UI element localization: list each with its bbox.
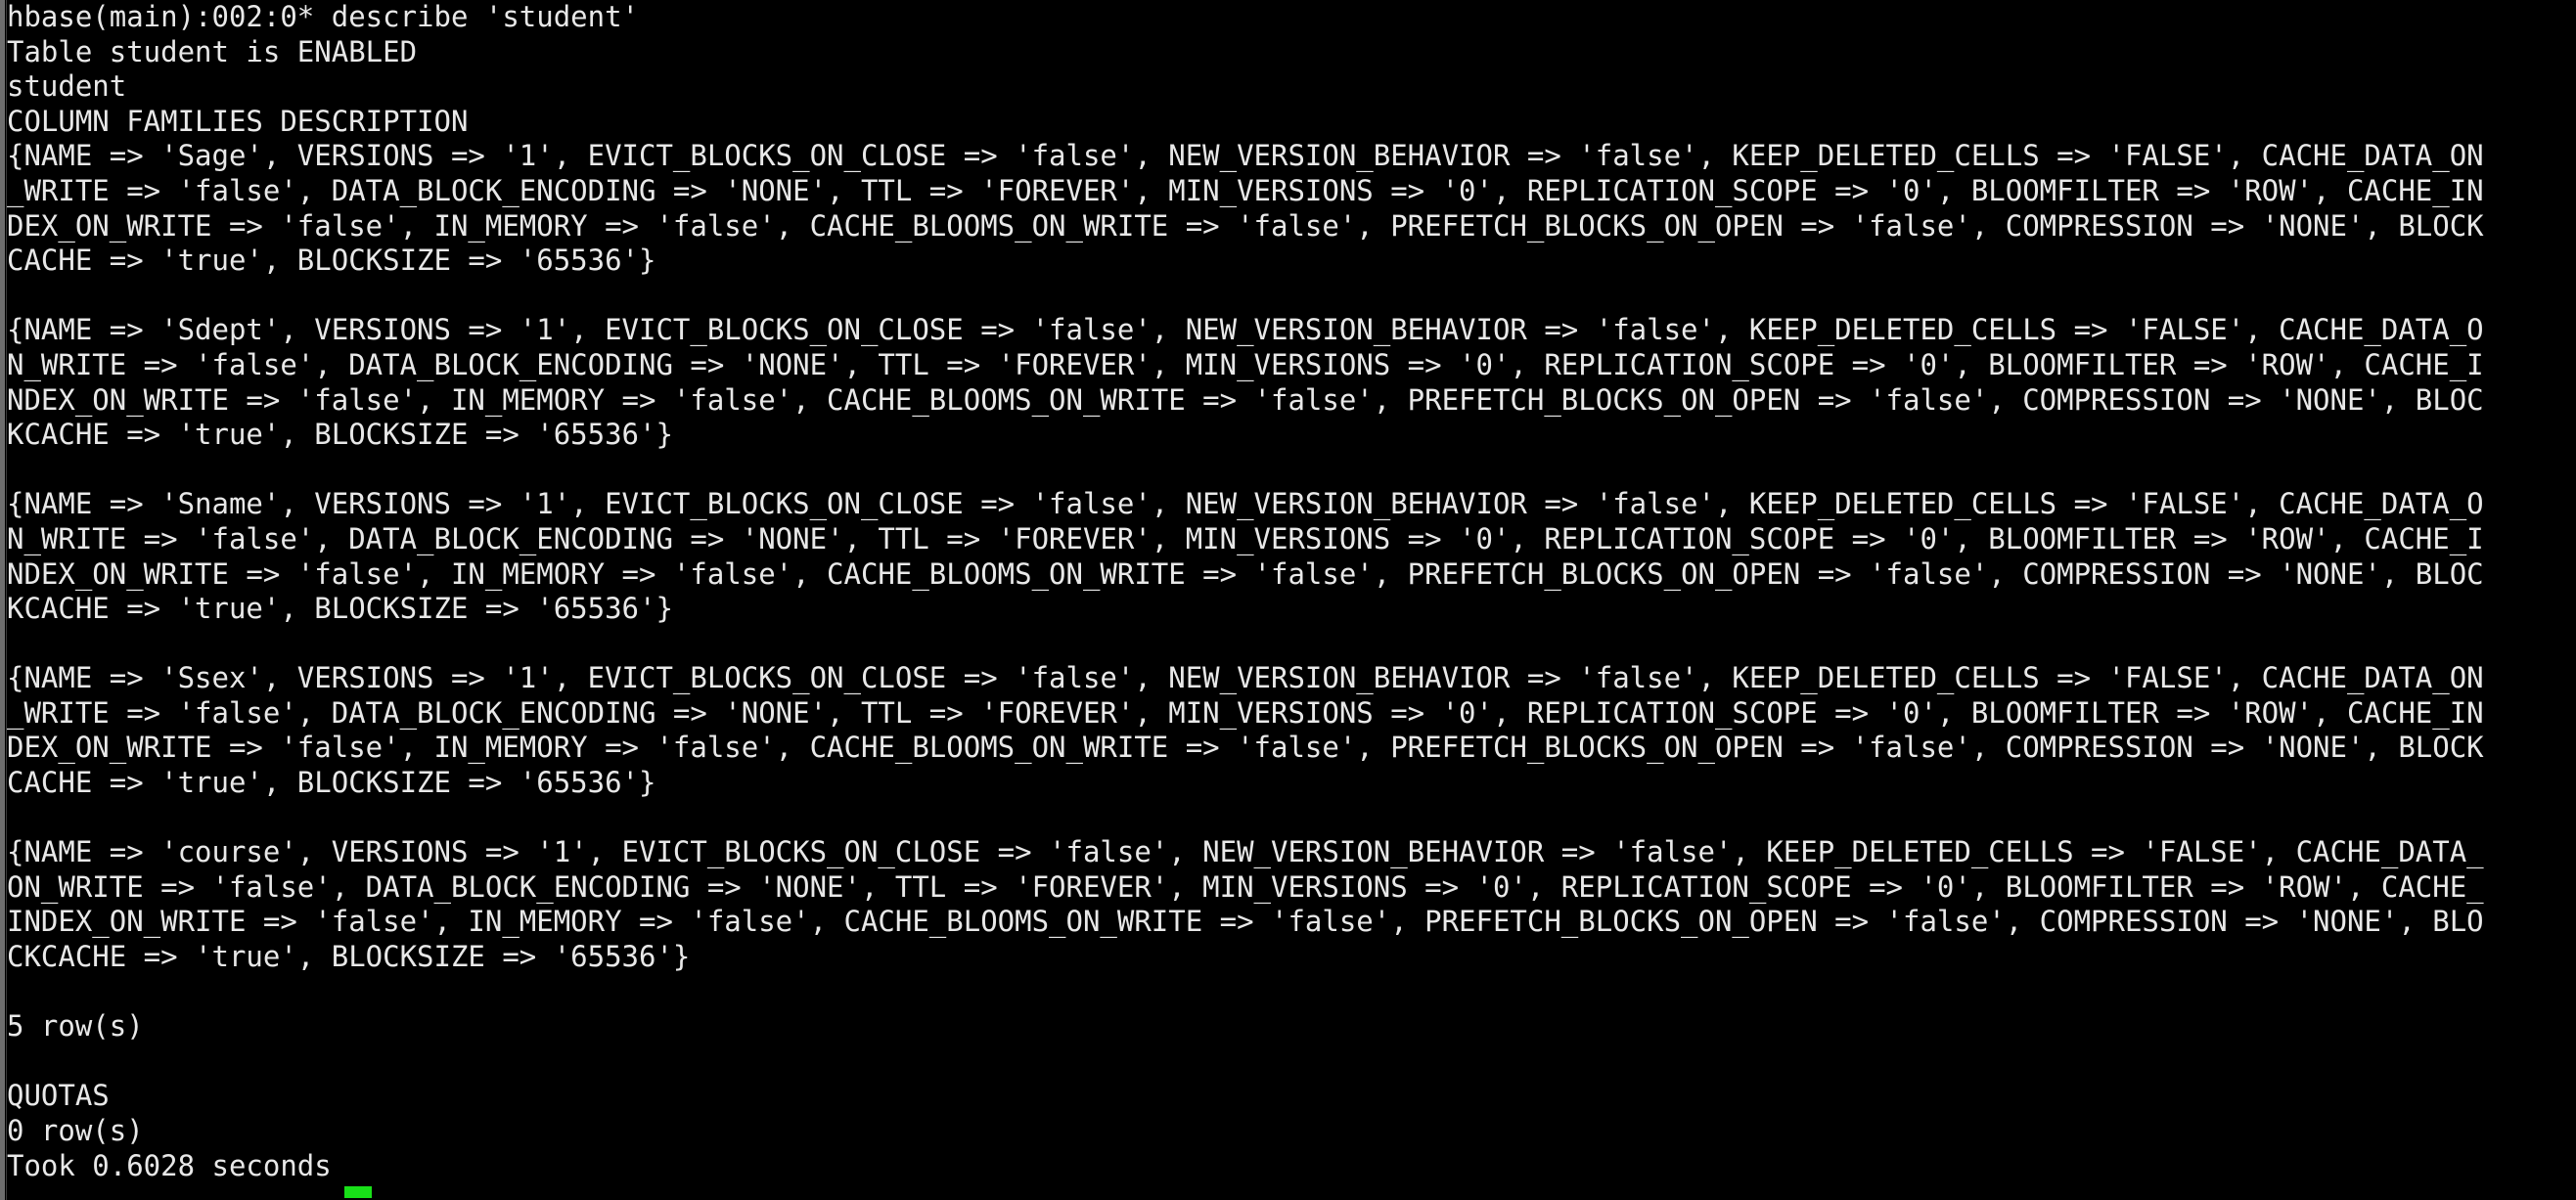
terminal-line: QUOTAS: [7, 1079, 110, 1113]
terminal-line: CACHE => 'true', BLOCKSIZE => '65536'}: [7, 244, 656, 278]
terminal-line: CKCACHE => 'true', BLOCKSIZE => '65536'}: [7, 940, 691, 974]
terminal-line: Table student is ENABLED: [7, 34, 418, 68]
terminal-line: NDEX_ON_WRITE => 'false', IN_MEMORY => '…: [7, 382, 2484, 417]
terminal-line: student: [7, 69, 127, 104]
terminal-line: 0 row(s): [7, 1114, 144, 1147]
terminal-line: NDEX_ON_WRITE => 'false', IN_MEMORY => '…: [7, 556, 2484, 591]
terminal-line: INDEX_ON_WRITE => 'false', IN_MEMORY => …: [7, 905, 2484, 939]
terminal-line: _WRITE => 'false', DATA_BLOCK_ENCODING =…: [7, 695, 2484, 730]
terminal-line: N_WRITE => 'false', DATA_BLOCK_ENCODING …: [7, 347, 2484, 381]
terminal-line: {NAME => 'Ssex', VERSIONS => '1', EVICT_…: [7, 661, 2484, 695]
terminal-line: {NAME => 'course', VERSIONS => '1', EVIC…: [7, 835, 2484, 869]
terminal-prompt-line: hbase(main):002:0* describe 'student': [7, 0, 640, 33]
terminal-line: 5 row(s): [7, 1009, 144, 1044]
terminal-line: DEX_ON_WRITE => 'false', IN_MEMORY => 'f…: [7, 731, 2484, 765]
terminal-line: {NAME => 'Sdept', VERSIONS => '1', EVICT…: [7, 313, 2484, 347]
terminal-line: KCACHE => 'true', BLOCKSIZE => '65536'}: [7, 592, 673, 626]
terminal-line: CACHE => 'true', BLOCKSIZE => '65536'}: [7, 766, 656, 800]
terminal-line: Took 0.6028 seconds: [7, 1148, 332, 1182]
terminal-line: _WRITE => 'false', DATA_BLOCK_ENCODING =…: [7, 173, 2484, 207]
terminal-window[interactable]: hbase(main):002:0* describe 'student' Tab…: [0, 0, 2576, 1200]
terminal-line: COLUMN FAMILIES DESCRIPTION: [7, 104, 469, 138]
terminal-line: ON_WRITE => 'false', DATA_BLOCK_ENCODING…: [7, 869, 2484, 904]
terminal-scrollbar[interactable]: [0, 0, 7, 1200]
terminal-line: KCACHE => 'true', BLOCKSIZE => '65536'}: [7, 418, 673, 452]
terminal-output[interactable]: hbase(main):002:0* describe 'student' Tab…: [7, 0, 2576, 1200]
terminal-cursor: [344, 1186, 372, 1198]
terminal-line: N_WRITE => 'false', DATA_BLOCK_ENCODING …: [7, 521, 2484, 556]
terminal-line: DEX_ON_WRITE => 'false', IN_MEMORY => 'f…: [7, 208, 2484, 243]
scrollbar-thumb[interactable]: [0, 0, 5, 1200]
terminal-line: {NAME => 'Sname', VERSIONS => '1', EVICT…: [7, 487, 2484, 521]
terminal-line: {NAME => 'Sage', VERSIONS => '1', EVICT_…: [7, 139, 2484, 173]
